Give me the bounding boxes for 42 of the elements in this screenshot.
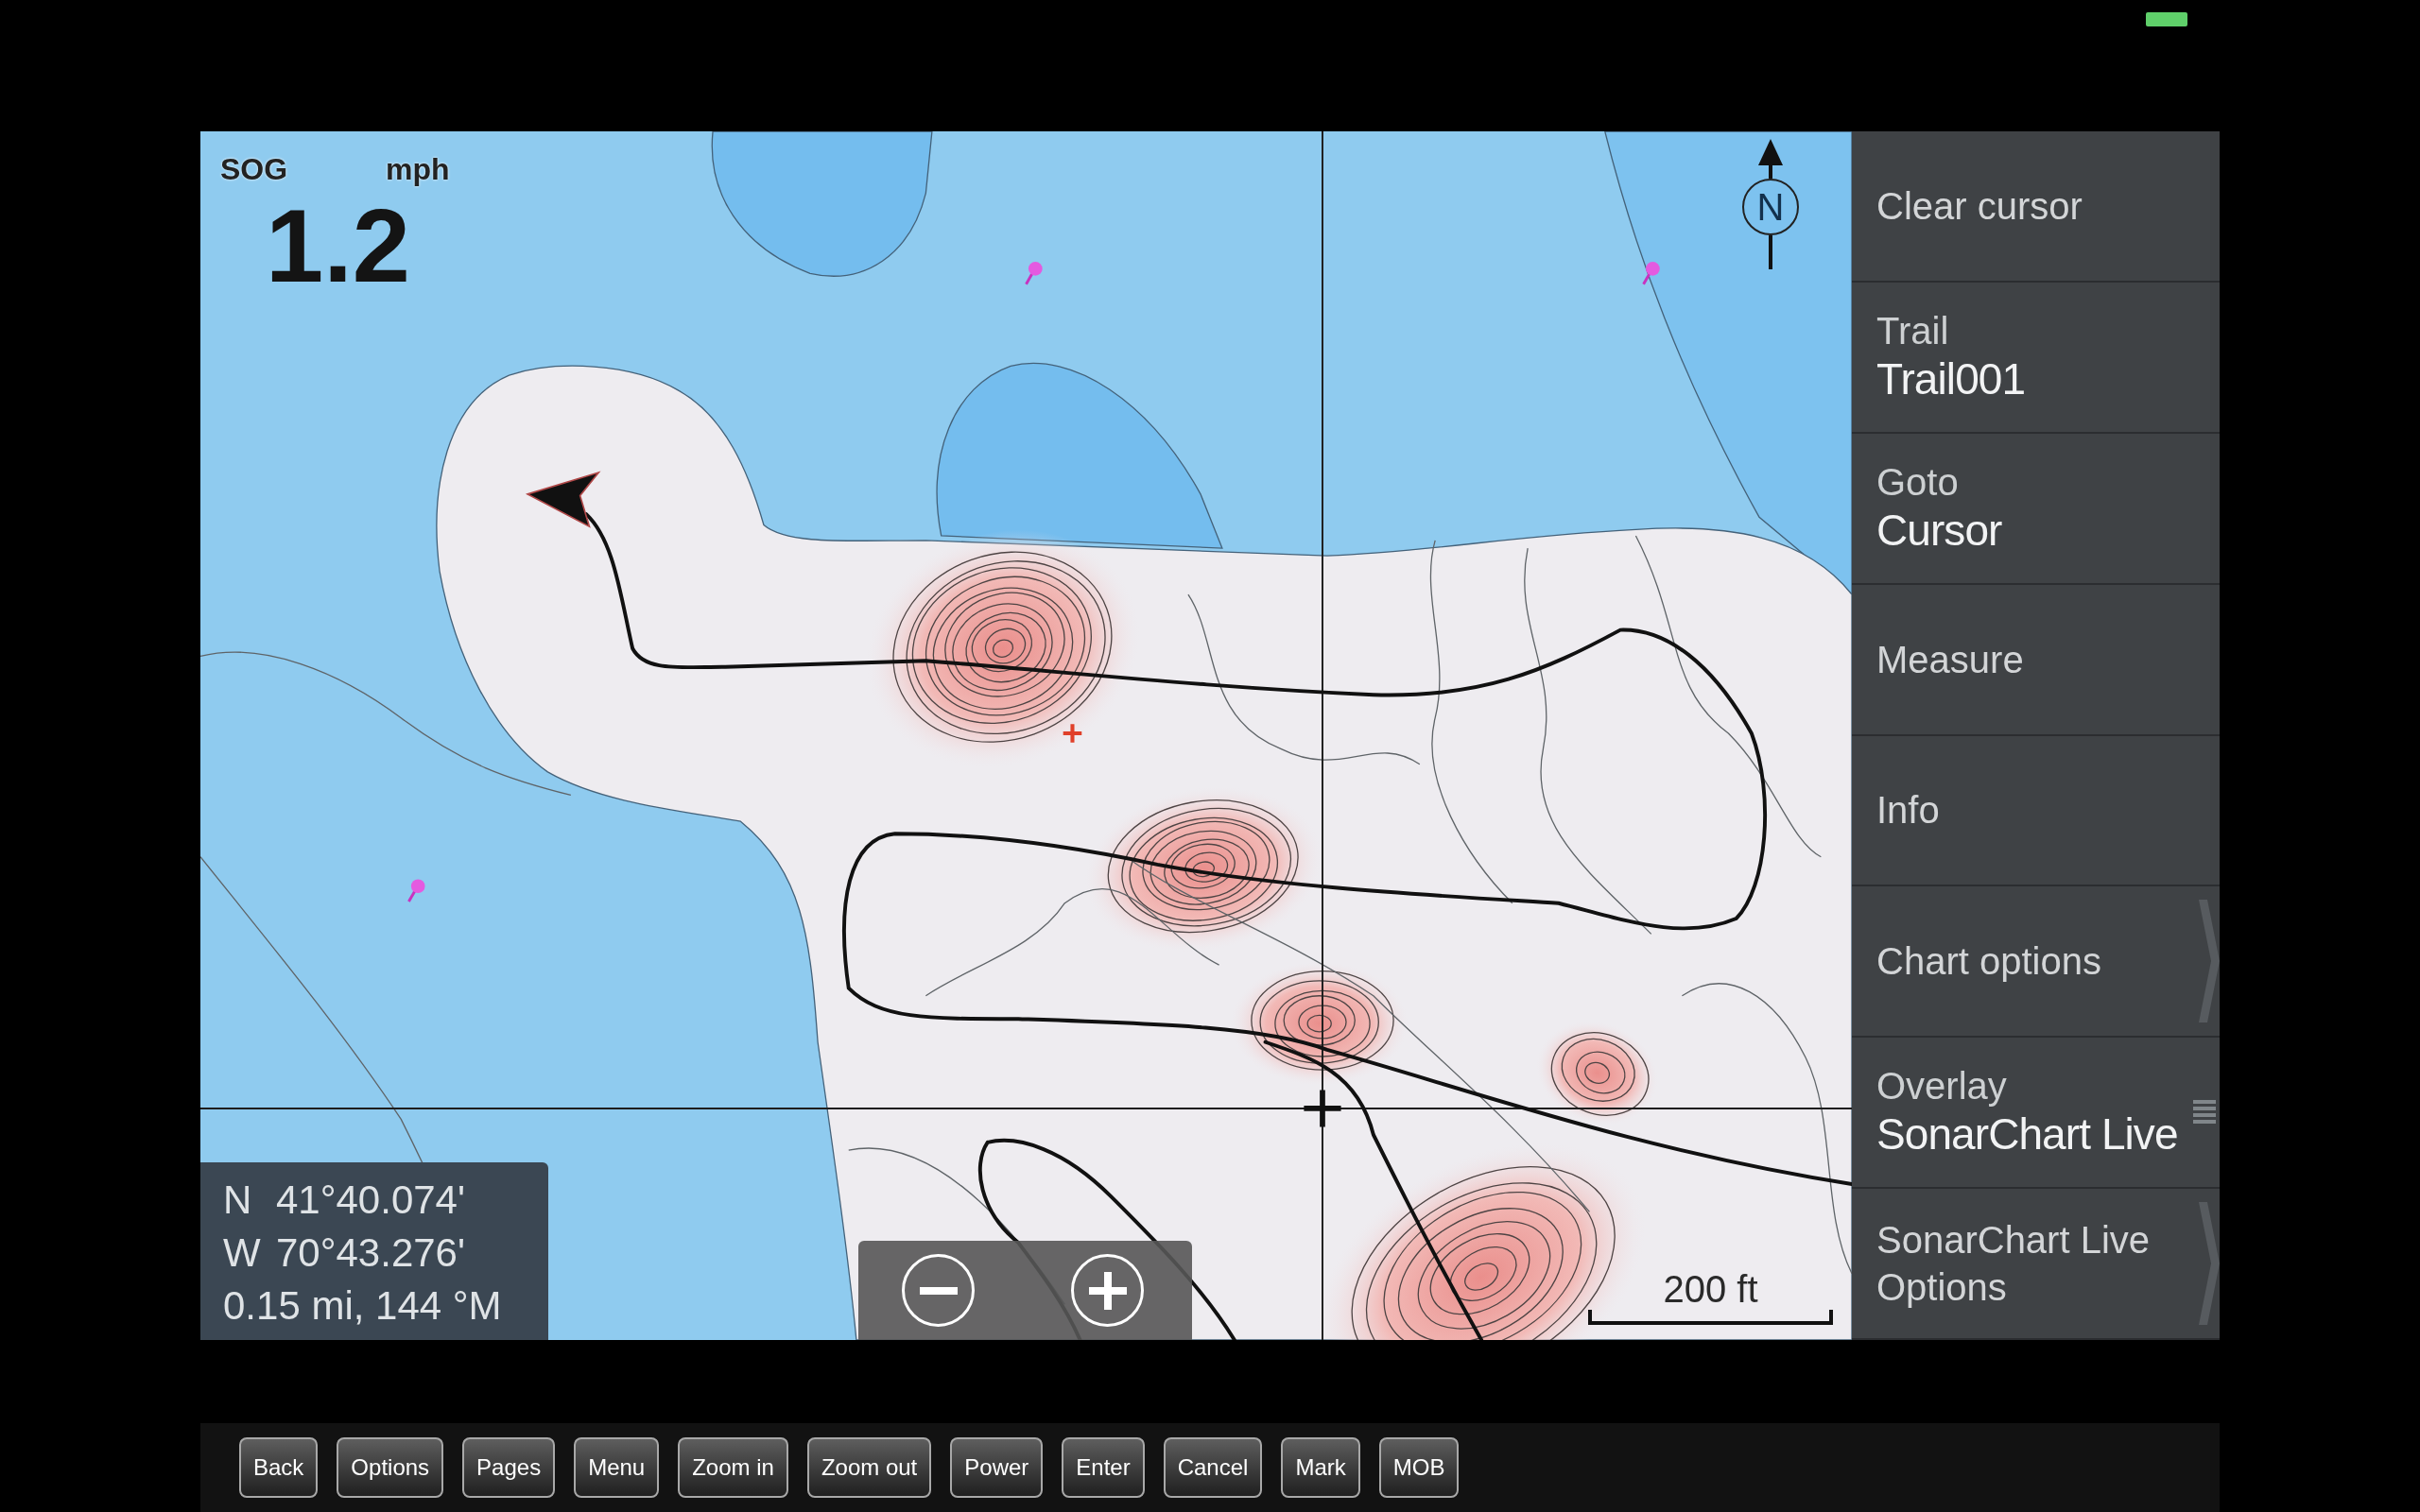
pin-icon <box>1642 262 1660 285</box>
north-arrow-icon <box>1756 139 1785 179</box>
zoom-out-button[interactable] <box>902 1254 975 1327</box>
unit-label: mph <box>386 151 450 188</box>
soft-key-button[interactable]: Power <box>950 1437 1044 1498</box>
speed-label: SOG <box>220 151 288 188</box>
longitude-value: 70°43.276' <box>276 1229 466 1277</box>
range-bearing-text: 0.15 mi, 144 °M <box>223 1282 503 1330</box>
hemisphere-label: W <box>223 1229 262 1277</box>
menu-item[interactable]: Info <box>1852 735 2220 887</box>
soft-key-button[interactable]: Back <box>239 1437 319 1498</box>
pin-icon <box>1025 262 1043 285</box>
plus-icon <box>1088 1271 1127 1310</box>
soft-key-button[interactable]: Menu <box>574 1437 660 1498</box>
menu-item[interactable]: Chart options <box>1852 886 2220 1039</box>
speed-value: 1.2 <box>266 194 410 298</box>
soft-key-button[interactable]: MOB <box>1378 1437 1460 1498</box>
menu-item[interactable]: Measure <box>1852 584 2220 736</box>
menu-item[interactable]: Overlay SonarChart Live <box>1852 1038 2220 1190</box>
soft-key-button[interactable]: Options <box>337 1437 444 1498</box>
north-label: N <box>1742 179 1799 235</box>
minus-icon <box>919 1286 958 1295</box>
menu-item[interactable]: SonarChart Live Options <box>1852 1189 2220 1340</box>
menu-item[interactable]: Trail Trail001 <box>1852 282 2220 434</box>
latitude-value: 41°40.074' <box>276 1177 466 1224</box>
soft-key-button[interactable]: Pages <box>462 1437 556 1498</box>
soft-key-button[interactable]: Zoom out <box>806 1437 932 1498</box>
cursor-icon <box>1301 1087 1344 1130</box>
scale-bar-icon <box>1588 1310 1833 1325</box>
menu-item[interactable]: Clear cursor <box>1852 131 2220 283</box>
scale-label: 200 ft <box>1663 1268 1758 1310</box>
menu-item[interactable]: Goto Cursor <box>1852 433 2220 585</box>
indicator-icon <box>2146 12 2187 26</box>
pin-icon <box>407 879 425 902</box>
soft-key-button[interactable]: Mark <box>1281 1437 1360 1498</box>
soft-key-button[interactable]: Cancel <box>1163 1437 1263 1498</box>
boat-icon <box>526 471 601 528</box>
soft-key-button[interactable]: Enter <box>1062 1437 1145 1498</box>
hemisphere-label: N <box>223 1177 253 1224</box>
soft-key-button[interactable]: Zoom in <box>678 1437 788 1498</box>
zoom-in-button[interactable] <box>1071 1254 1144 1327</box>
marker-icon <box>1061 722 1084 745</box>
